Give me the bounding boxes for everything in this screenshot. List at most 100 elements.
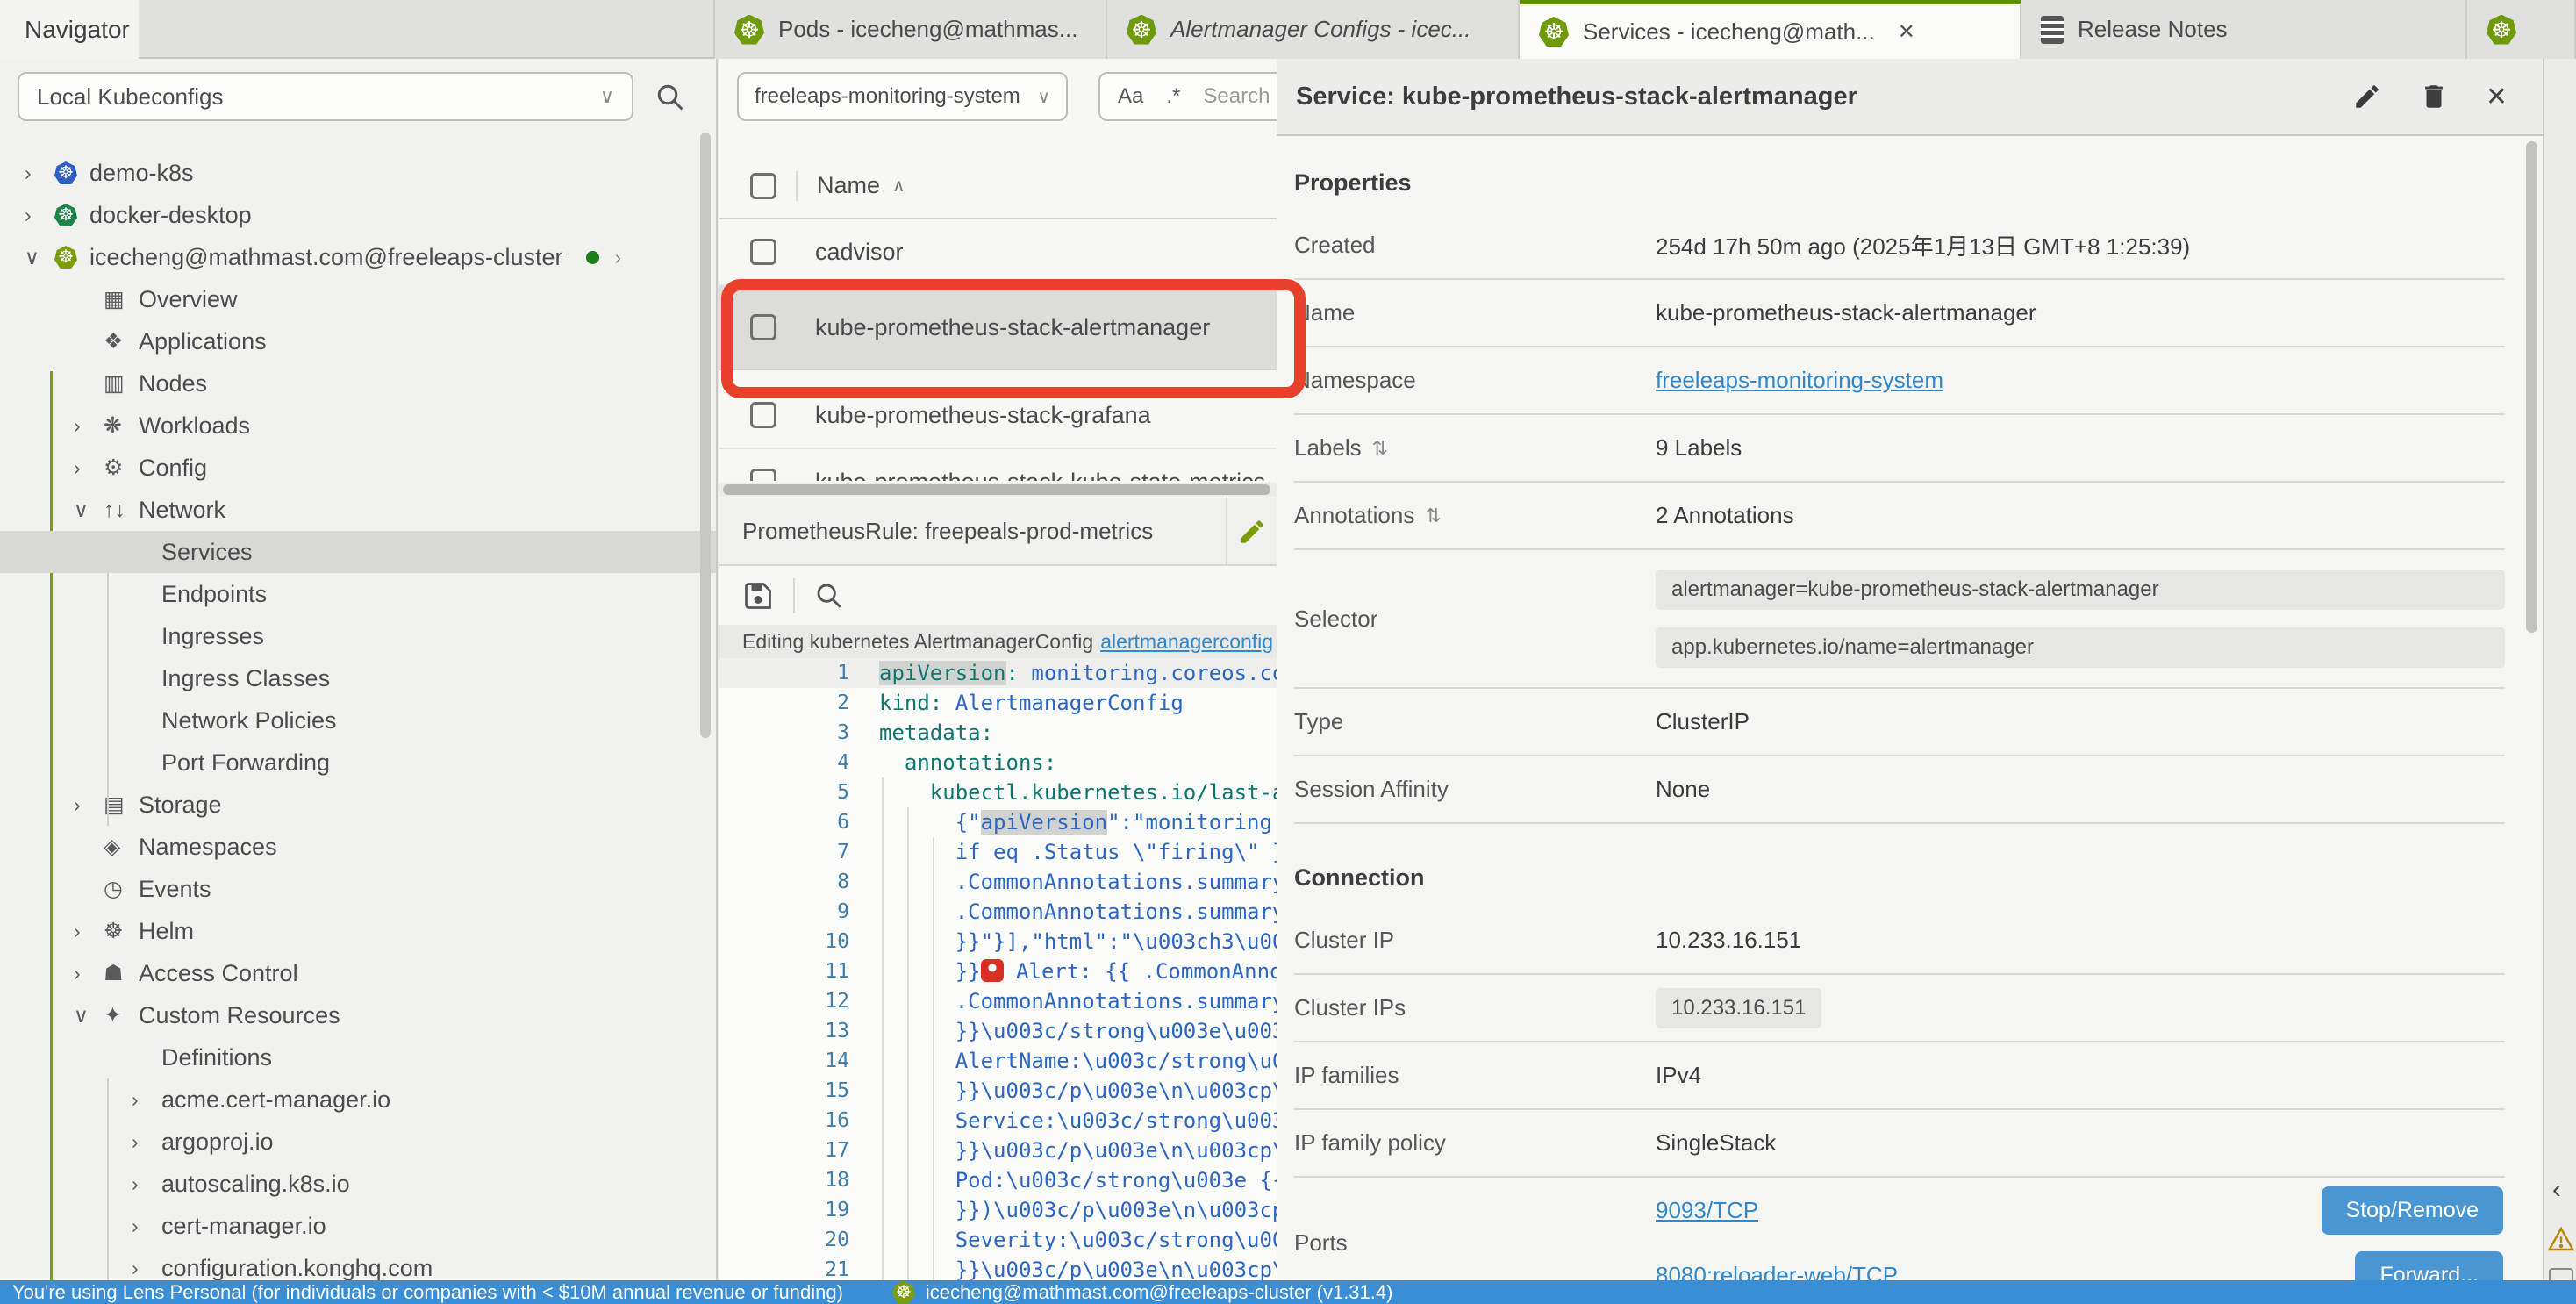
sidebar-item-helm[interactable]: ›☸Helm bbox=[0, 910, 718, 952]
namespace-link[interactable]: freeleaps-monitoring-system bbox=[1656, 367, 1943, 393]
row-checkbox[interactable] bbox=[750, 239, 776, 265]
select-all-checkbox[interactable] bbox=[750, 173, 776, 199]
sidebar-item-icecheng-mathmast-com-freeleaps-cluster[interactable]: ∨☸icecheng@mathmast.com@freeleaps-cluste… bbox=[0, 236, 718, 278]
stop-remove-button[interactable]: Stop/Remove bbox=[2322, 1186, 2503, 1235]
table-row[interactable]: kube-prometheus-stack-grafana bbox=[719, 383, 1277, 449]
edit-icon[interactable] bbox=[2352, 82, 2382, 111]
save-icon[interactable] bbox=[742, 580, 774, 612]
port-link[interactable]: 8080:reloader-web/TCP bbox=[1656, 1262, 1898, 1281]
chevron-left-icon[interactable]: ‹ bbox=[2552, 1175, 2561, 1205]
chevron-right-icon[interactable]: › bbox=[132, 1172, 161, 1196]
sidebar-item-access-control[interactable]: ›☗Access Control bbox=[0, 952, 718, 994]
chevron-down-icon[interactable]: ∨ bbox=[74, 498, 104, 522]
row-checkbox[interactable] bbox=[750, 469, 776, 481]
code-line[interactable]: 8 .CommonAnnotations.summary }}-\u003c bbox=[719, 867, 1277, 897]
row-checkbox[interactable] bbox=[750, 314, 776, 340]
sidebar-item-workloads[interactable]: ›❋Workloads bbox=[0, 405, 718, 447]
scrollbar-thumb[interactable] bbox=[723, 484, 1270, 495]
editor-tab[interactable]: ☸ bbox=[2467, 0, 2576, 59]
cluster-status[interactable]: ☸ icecheng@mathmast.com@freeleaps-cluste… bbox=[892, 1281, 1393, 1304]
search-input[interactable]: Aa .* Search bbox=[1098, 72, 1277, 121]
chevron-right-icon[interactable]: › bbox=[74, 414, 104, 438]
chevron-right-icon[interactable]: › bbox=[132, 1257, 161, 1280]
tab-close-icon[interactable]: ✕ bbox=[1898, 19, 1915, 45]
row-checkbox[interactable] bbox=[750, 402, 776, 428]
chevron-right-icon[interactable]: › bbox=[25, 161, 54, 185]
chevron-down-icon[interactable]: ∨ bbox=[74, 1004, 104, 1028]
code-line[interactable]: 21 }}\u003c/p\u003e\n\u003cp\u003e\u00 bbox=[719, 1255, 1277, 1280]
code-line[interactable]: 19 }})\u003c/p\u003e\n\u003cp\u003e\u0 bbox=[719, 1195, 1277, 1225]
code-line[interactable]: 1apiVersion: monitoring.coreos.com/v1 bbox=[719, 658, 1277, 688]
sort-toggle-icon[interactable]: ⇅ bbox=[1372, 437, 1388, 460]
rotating-light-emoji bbox=[981, 959, 1004, 982]
editor-tab-bar[interactable]: PrometheusRule: freepeals-prod-metrics bbox=[719, 498, 1277, 566]
chevron-right-icon[interactable]: › bbox=[25, 204, 54, 227]
sidebar-scrollbar[interactable] bbox=[700, 133, 711, 738]
column-header-name[interactable]: Name bbox=[817, 172, 880, 199]
table-row[interactable]: kube-prometheus-stack-alertmanager bbox=[719, 286, 1277, 383]
code-line[interactable]: 4 annotations: bbox=[719, 748, 1277, 777]
code-line[interactable]: 3metadata: bbox=[719, 718, 1277, 748]
sidebar-item-demo-k8s[interactable]: ›☸demo-k8s bbox=[0, 152, 718, 194]
sidebar-item-applications[interactable]: ❖Applications bbox=[0, 320, 718, 362]
table-row[interactable]: cadvisor bbox=[719, 219, 1277, 286]
forward-button[interactable]: Forward... bbox=[2355, 1251, 2503, 1281]
sidebar-item-services[interactable]: Services bbox=[0, 531, 718, 573]
chevron-right-icon[interactable]: › bbox=[74, 793, 104, 817]
editor-tab[interactable]: ☸Services - icecheng@math...✕ bbox=[1520, 0, 2021, 59]
yaml-editor[interactable]: 1apiVersion: monitoring.coreos.com/v12ki… bbox=[719, 658, 1277, 1280]
kubeconfig-select[interactable]: Local Kubeconfigs ∨ bbox=[18, 72, 633, 121]
code-line[interactable]: 2kind: AlertmanagerConfig bbox=[719, 688, 1277, 718]
code-line[interactable]: 18 Pod:\u003c/strong\u003e {{ .CommonA bbox=[719, 1165, 1277, 1195]
sidebar-item-nodes[interactable]: ▥Nodes bbox=[0, 362, 718, 405]
chevron-right-icon[interactable]: › bbox=[74, 920, 104, 943]
sidebar-item-config[interactable]: ›⚙Config bbox=[0, 447, 718, 489]
code-line[interactable]: 13 }}\u003c/strong\u003e\u003c/h3\u003 bbox=[719, 1016, 1277, 1046]
port-link[interactable]: 9093/TCP bbox=[1656, 1197, 1758, 1224]
editor-search-icon[interactable] bbox=[814, 581, 844, 611]
navigator-tab[interactable]: Navigator bbox=[0, 0, 139, 59]
code-line[interactable]: 16 Service:\u003c/strong\u003e {{ .Com bbox=[719, 1106, 1277, 1136]
sidebar-item-custom-resources[interactable]: ∨✦Custom Resources bbox=[0, 994, 718, 1036]
chevron-right-icon[interactable]: › bbox=[132, 1088, 161, 1112]
detail-panel-scrollbar[interactable] bbox=[2526, 141, 2537, 633]
search-icon[interactable] bbox=[655, 82, 686, 113]
regex-icon[interactable]: .* bbox=[1166, 84, 1180, 109]
sidebar-item-events[interactable]: ◷Events bbox=[0, 868, 718, 910]
warning-icon[interactable] bbox=[2547, 1226, 2575, 1252]
editor-tab[interactable]: Release Notes bbox=[2021, 0, 2467, 59]
code-line[interactable]: 15 }}\u003c/p\u003e\n\u003cp\u003e\u00 bbox=[719, 1076, 1277, 1106]
chevron-down-icon[interactable]: ∨ bbox=[25, 246, 54, 269]
sidebar-item-namespaces[interactable]: ◈Namespaces bbox=[0, 826, 718, 868]
chevron-right-icon[interactable]: › bbox=[74, 962, 104, 985]
close-icon[interactable]: ✕ bbox=[2486, 82, 2508, 112]
delete-icon[interactable] bbox=[2419, 82, 2449, 111]
table-row[interactable]: kube-prometheus-stack-kube-state-metrics bbox=[719, 449, 1277, 481]
edit-pencil-icon[interactable] bbox=[1227, 517, 1277, 547]
sidebar-item-docker-desktop[interactable]: ›☸docker-desktop bbox=[0, 194, 718, 236]
chevron-right-icon[interactable]: › bbox=[132, 1130, 161, 1154]
code-line[interactable]: 14 AlertName:\u003c/strong\u003e {{ .C bbox=[719, 1046, 1277, 1076]
sidebar-item-network[interactable]: ∨↑↓Network bbox=[0, 489, 718, 531]
editing-breadcrumb-link[interactable]: alertmanagerconfig bbox=[1100, 630, 1273, 654]
code-line[interactable]: 17 }}\u003c/p\u003e\n\u003cp\u003e\u00 bbox=[719, 1136, 1277, 1165]
chevron-right-icon[interactable]: › bbox=[132, 1214, 161, 1238]
code-line[interactable]: 6 {"apiVersion":"monitoring.coreos.com/v… bbox=[719, 807, 1277, 837]
match-case-icon[interactable]: Aa bbox=[1118, 84, 1143, 109]
chevron-right-icon[interactable]: › bbox=[74, 456, 104, 480]
sidebar-item-definitions[interactable]: Definitions bbox=[0, 1036, 718, 1078]
code-line[interactable]: 9 .CommonAnnotations.summary }}-\u003c bbox=[719, 897, 1277, 927]
namespace-select[interactable]: freeleaps-monitoring-system ∨ bbox=[737, 72, 1068, 121]
horizontal-scrollbar[interactable] bbox=[719, 483, 1277, 497]
sidebar-item-overview[interactable]: ▦Overview bbox=[0, 278, 718, 320]
sort-toggle-icon[interactable]: ⇅ bbox=[1425, 505, 1441, 527]
code-line[interactable]: 10 }}"}],"html":"\u003ch3\u003e\u003cs bbox=[719, 927, 1277, 957]
code-line[interactable]: 7 if eq .Status \"firing\" }} Alert: {{ bbox=[719, 837, 1277, 867]
chevron-right-icon[interactable]: › bbox=[615, 246, 622, 269]
code-line[interactable]: 5 kubectl.kubernetes.io/last-applied-con… bbox=[719, 777, 1277, 807]
editor-tab[interactable]: ☸Pods - icecheng@mathmas... bbox=[713, 0, 1107, 59]
editor-tab[interactable]: ☸Alertmanager Configs - icec... bbox=[1107, 0, 1520, 59]
code-line[interactable]: 20 Severity:\u003c/strong\u003e {{ .Co bbox=[719, 1225, 1277, 1255]
code-line[interactable]: 12 .CommonAnnotations.summary }}-\u003 bbox=[719, 986, 1277, 1016]
code-line[interactable]: 11 }} Alert: {{ .CommonAnnotations bbox=[719, 957, 1277, 986]
